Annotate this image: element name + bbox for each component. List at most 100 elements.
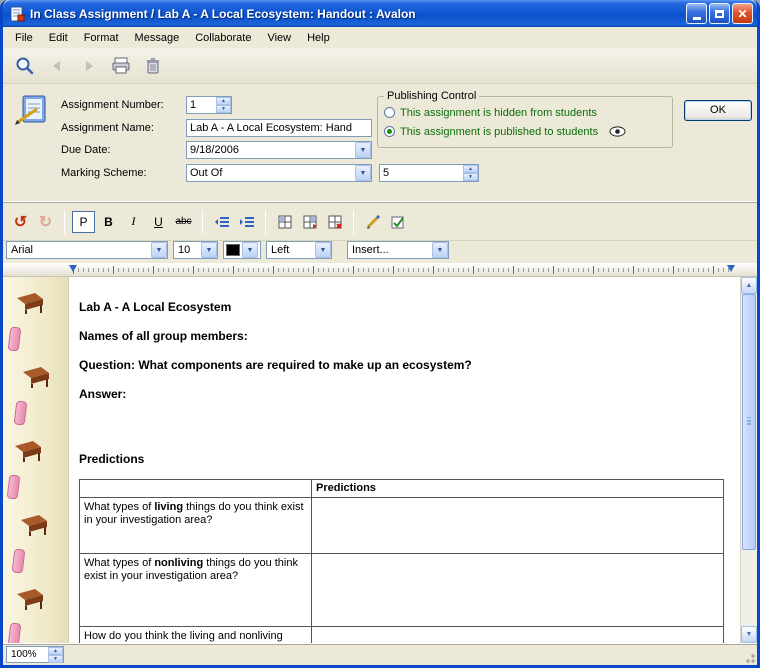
zoom-arrows[interactable]: ▲▼: [48, 647, 63, 663]
scroll-up-button[interactable]: ▲: [741, 277, 757, 294]
hidden-radio[interactable]: [384, 107, 395, 118]
approve-button[interactable]: [386, 211, 409, 233]
close-button[interactable]: ✕: [732, 3, 753, 24]
cell-text: What types of: [84, 501, 154, 513]
assignment-name-input[interactable]: Lab A - A Local Ecosystem: Hand: [186, 119, 372, 137]
spin-up-icon[interactable]: ▲: [216, 97, 231, 105]
answer-line: Answer:: [79, 387, 740, 401]
printer-icon: [111, 57, 131, 75]
answer-cell[interactable]: [312, 554, 724, 627]
desk-icon: [15, 289, 45, 315]
menu-file[interactable]: File: [7, 30, 41, 46]
strikethrough-button[interactable]: abc: [172, 211, 195, 233]
assignment-number-spinner[interactable]: 1 ▲▼: [186, 96, 232, 114]
bold-button[interactable]: B: [97, 211, 120, 233]
window-controls: ✕: [686, 3, 753, 24]
assignment-number-arrows[interactable]: ▲▼: [216, 97, 231, 113]
search-icon: [15, 56, 35, 76]
underline-button[interactable]: U: [147, 211, 170, 233]
right-indent-marker[interactable]: [727, 265, 735, 272]
chevron-down-icon[interactable]: ▼: [432, 242, 448, 258]
scrollbar-track[interactable]: [741, 550, 757, 626]
question-cell[interactable]: What types of living things do you think…: [80, 498, 312, 554]
chevron-down-icon[interactable]: ▼: [201, 242, 217, 258]
zoom-control[interactable]: 100% ▲▼: [6, 646, 64, 663]
resize-grip[interactable]: [743, 651, 755, 663]
minimize-button[interactable]: [686, 3, 707, 24]
ruler[interactable]: [3, 263, 757, 277]
chevron-down-icon[interactable]: ▼: [355, 165, 371, 181]
menu-help[interactable]: Help: [299, 30, 338, 46]
search-button[interactable]: [11, 52, 39, 80]
delete-cells-button[interactable]: [323, 211, 346, 233]
marking-scheme-dropdown[interactable]: Out Of ▼: [186, 164, 372, 182]
left-indent-marker[interactable]: [69, 265, 77, 272]
spin-up-icon[interactable]: ▲: [48, 647, 63, 655]
delete-button[interactable]: [139, 52, 167, 80]
font-toolbar: Arial ▼ 10 ▼ ▼ Left ▼ Insert... ▼: [3, 241, 757, 263]
paragraph-style-button[interactable]: P: [72, 211, 95, 233]
font-size-value: 10: [174, 244, 201, 256]
chevron-down-icon[interactable]: ▼: [355, 142, 371, 158]
desk-icon: [19, 511, 49, 537]
trash-icon: [145, 57, 161, 75]
vertical-scrollbar[interactable]: ▲ ▼: [740, 277, 757, 643]
due-date-dropdown[interactable]: 9/18/2006 ▼: [186, 141, 372, 159]
question-cell[interactable]: How do you think the living and nonlivin…: [80, 627, 312, 644]
outdent-icon: [214, 214, 230, 230]
menu-format[interactable]: Format: [76, 30, 127, 46]
published-option-row[interactable]: This assignment is published to students: [384, 122, 666, 141]
spellcheck-button[interactable]: [361, 211, 384, 233]
status-bar: 100% ▲▼: [3, 643, 757, 665]
maximize-button[interactable]: [709, 3, 730, 24]
print-button[interactable]: [107, 52, 135, 80]
spin-down-icon[interactable]: ▼: [216, 105, 231, 113]
font-size-dropdown[interactable]: 10 ▼: [173, 241, 218, 259]
scrollbar-thumb[interactable]: [742, 294, 756, 550]
forward-arrow-icon: [81, 58, 97, 74]
document-editor[interactable]: Lab A - A Local Ecosystem Names of all g…: [69, 277, 740, 643]
question-cell[interactable]: What types of nonliving things do you th…: [80, 554, 312, 627]
indent-icon: [239, 214, 255, 230]
menu-view[interactable]: View: [259, 30, 299, 46]
spin-up-icon[interactable]: ▲: [463, 165, 478, 173]
assignment-icon: [15, 94, 49, 131]
menu-collaborate[interactable]: Collaborate: [187, 30, 259, 46]
assignment-name-label: Assignment Name:: [61, 122, 154, 134]
chevron-down-icon[interactable]: ▼: [151, 242, 167, 258]
assignment-number-label: Assignment Number:: [61, 99, 164, 111]
insert-table-button[interactable]: [273, 211, 296, 233]
answer-cell[interactable]: [312, 627, 724, 644]
published-radio[interactable]: [384, 126, 395, 137]
undo-button[interactable]: ↺: [9, 211, 32, 233]
cell-text: What types of: [84, 557, 154, 569]
font-family-dropdown[interactable]: Arial ▼: [6, 241, 168, 259]
outdent-button[interactable]: [210, 211, 233, 233]
menu-message[interactable]: Message: [127, 30, 188, 46]
header-cell-predictions[interactable]: Predictions: [312, 480, 724, 498]
spin-down-icon[interactable]: ▼: [463, 173, 478, 181]
marking-value-spinner[interactable]: 5 ▲▼: [379, 164, 479, 182]
header-cell-empty[interactable]: [80, 480, 312, 498]
indent-button[interactable]: [235, 211, 258, 233]
marking-value: 5: [380, 167, 463, 179]
ok-button[interactable]: OK: [684, 100, 752, 121]
menu-edit[interactable]: Edit: [41, 30, 76, 46]
font-color-dropdown[interactable]: ▼: [223, 241, 261, 259]
italic-button[interactable]: I: [122, 211, 145, 233]
table-properties-button[interactable]: [298, 211, 321, 233]
table-header-row: Predictions: [80, 480, 724, 498]
chevron-down-icon[interactable]: ▼: [315, 242, 331, 258]
spin-down-icon[interactable]: ▼: [48, 655, 63, 663]
cell-text-bold: living: [154, 501, 183, 513]
hidden-option-row[interactable]: This assignment is hidden from students: [384, 103, 666, 122]
marking-value-arrows[interactable]: ▲▼: [463, 165, 478, 181]
eye-icon: [609, 126, 626, 137]
alignment-dropdown[interactable]: Left ▼: [266, 241, 332, 259]
assignment-form: Assignment Number: 1 ▲▼ Assignment Name:…: [3, 84, 757, 203]
scroll-down-button[interactable]: ▼: [741, 626, 757, 643]
title-bar[interactable]: In Class Assignment / Lab A - A Local Ec…: [3, 0, 757, 27]
insert-dropdown[interactable]: Insert... ▼: [347, 241, 449, 259]
chevron-down-icon[interactable]: ▼: [242, 242, 258, 258]
answer-cell[interactable]: [312, 498, 724, 554]
